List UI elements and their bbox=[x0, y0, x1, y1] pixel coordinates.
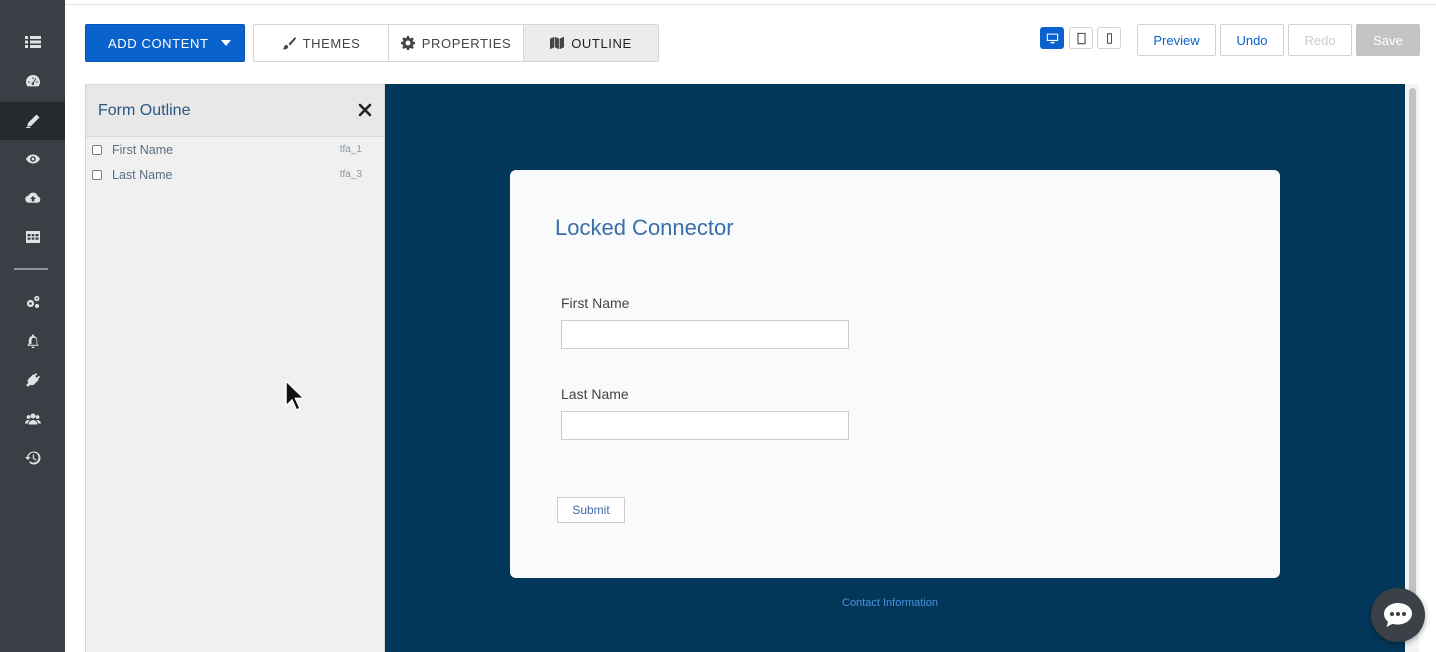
list-icon bbox=[24, 36, 41, 48]
form-outline-header: Form Outline bbox=[86, 85, 384, 137]
add-content-button[interactable]: ADD CONTENT bbox=[85, 24, 245, 62]
tab-themes-label: THEMES bbox=[302, 35, 361, 51]
desktop-view-button[interactable] bbox=[1040, 27, 1064, 49]
eye-icon bbox=[25, 154, 40, 164]
sidebar-item-history[interactable] bbox=[0, 439, 65, 477]
sidebar-item-dashboard[interactable] bbox=[0, 62, 65, 100]
add-content-label: ADD CONTENT bbox=[108, 35, 209, 51]
sidebar-item-settings[interactable] bbox=[0, 283, 65, 321]
outline-item-id: tfa_3 bbox=[339, 169, 362, 180]
save-button[interactable]: Save bbox=[1356, 24, 1420, 56]
tablet-view-button[interactable] bbox=[1069, 27, 1093, 49]
tab-themes[interactable]: THEMES bbox=[254, 25, 389, 61]
form-outline-title: Form Outline bbox=[98, 101, 191, 119]
bell-icon bbox=[27, 334, 38, 349]
form-outline-panel: Form Outline First Name tfa_1 Last Name … bbox=[85, 84, 385, 652]
form-card: Locked Connector First Name Last Name Su… bbox=[510, 170, 1280, 578]
first-name-input[interactable] bbox=[561, 320, 849, 349]
cloud-upload-icon bbox=[24, 192, 40, 203]
outline-item-label: Last Name bbox=[112, 167, 173, 182]
outline-item-id: tfa_1 bbox=[339, 144, 362, 155]
tab-outline[interactable]: OUTLINE bbox=[524, 25, 658, 61]
close-icon[interactable] bbox=[358, 103, 372, 117]
brush-icon bbox=[282, 36, 296, 50]
caret-down-icon bbox=[220, 40, 231, 46]
last-name-label: Last Name bbox=[561, 386, 629, 402]
sidebar-item-edit[interactable] bbox=[0, 102, 65, 140]
plug-icon bbox=[25, 373, 40, 387]
tablet-icon bbox=[1076, 32, 1086, 44]
first-name-label: First Name bbox=[561, 295, 630, 311]
sidebar-item-list[interactable] bbox=[0, 23, 65, 61]
desktop-icon bbox=[1046, 33, 1058, 43]
chat-button[interactable] bbox=[1371, 588, 1425, 642]
square-outline-icon bbox=[92, 169, 102, 180]
editor-tabs: THEMES PROPERTIES OUTLINE bbox=[253, 24, 659, 62]
users-icon bbox=[24, 413, 41, 425]
outline-item-first-name[interactable]: First Name tfa_1 bbox=[86, 137, 384, 162]
phone-icon bbox=[1106, 32, 1112, 44]
sidebar-item-publish[interactable] bbox=[0, 179, 65, 217]
last-name-input[interactable] bbox=[561, 411, 849, 440]
redo-button[interactable]: Redo bbox=[1288, 24, 1352, 56]
sidebar-item-connectors[interactable] bbox=[0, 361, 65, 399]
gear-icon bbox=[400, 36, 415, 50]
sidebar-divider bbox=[14, 268, 48, 270]
pencil-icon bbox=[25, 114, 39, 128]
sidebar-item-notifications[interactable] bbox=[0, 322, 65, 360]
mouse-pointer-icon bbox=[285, 380, 306, 411]
form-title[interactable]: Locked Connector bbox=[555, 215, 734, 241]
chat-bubble-icon bbox=[1384, 603, 1412, 627]
tab-properties-label: PROPERTIES bbox=[421, 35, 512, 51]
toolbar-divider bbox=[65, 4, 1436, 5]
tab-properties[interactable]: PROPERTIES bbox=[389, 25, 524, 61]
phone-view-button[interactable] bbox=[1097, 27, 1121, 49]
undo-button[interactable]: Undo bbox=[1220, 24, 1284, 56]
submit-button[interactable]: Submit bbox=[557, 497, 625, 523]
dashboard-icon bbox=[25, 75, 40, 87]
square-outline-icon bbox=[92, 144, 102, 155]
outline-item-label: First Name bbox=[112, 142, 174, 157]
sidebar-item-responses[interactable] bbox=[0, 218, 65, 256]
preview-button[interactable]: Preview bbox=[1137, 24, 1216, 56]
map-icon bbox=[550, 36, 565, 50]
canvas-scrollbar-thumb[interactable] bbox=[1409, 88, 1416, 598]
outline-item-last-name[interactable]: Last Name tfa_3 bbox=[86, 162, 384, 187]
history-icon bbox=[24, 451, 40, 465]
sidebar-item-users[interactable] bbox=[0, 400, 65, 438]
sidebar-item-preview[interactable] bbox=[0, 140, 65, 178]
tab-outline-label: OUTLINE bbox=[571, 35, 632, 51]
gears-icon bbox=[26, 295, 39, 308]
table-icon bbox=[25, 231, 40, 243]
app-sidebar bbox=[0, 0, 65, 652]
contact-information-link[interactable]: Contact Information bbox=[842, 597, 938, 609]
